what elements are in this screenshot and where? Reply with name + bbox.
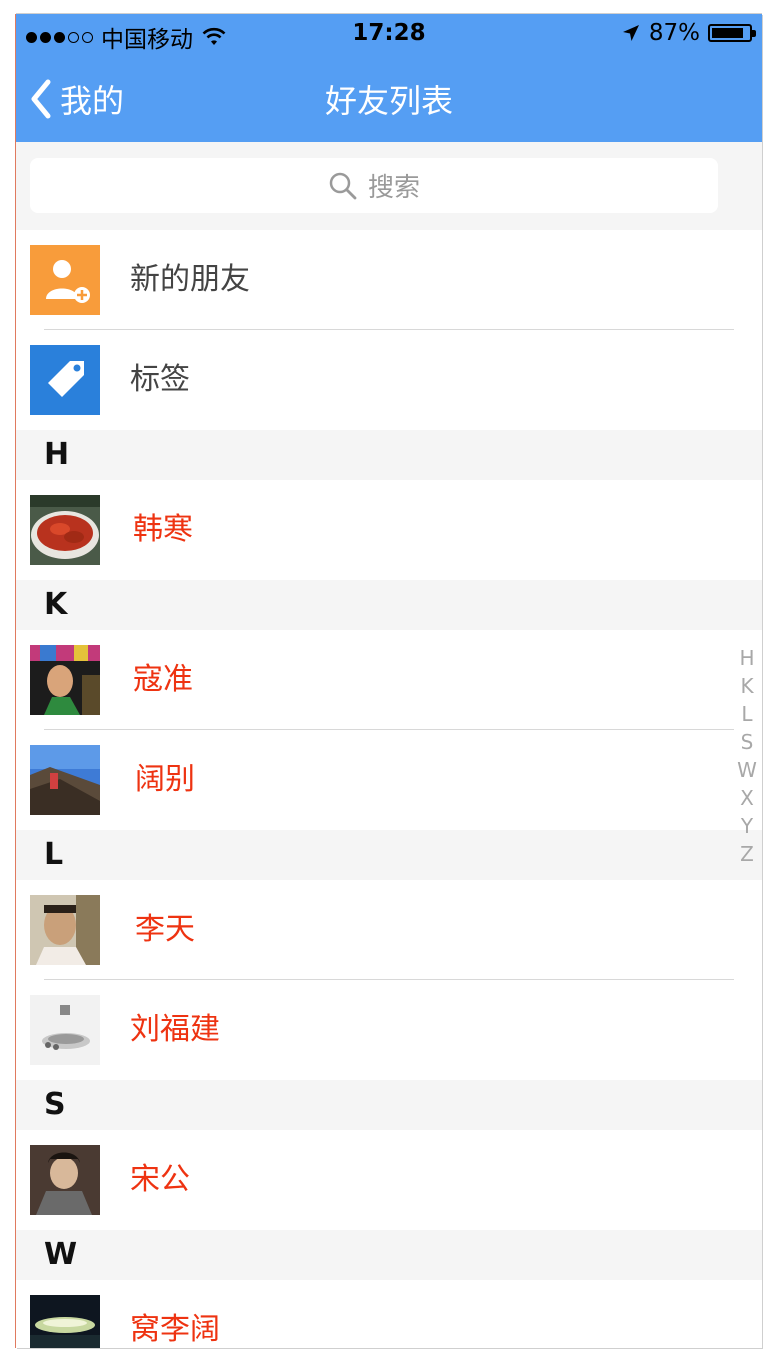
search-bar: 搜索 xyxy=(16,142,762,230)
avatar xyxy=(30,1145,100,1215)
add-friend-icon xyxy=(30,245,100,315)
index-letter-x[interactable]: X xyxy=(740,784,754,812)
alphabet-index[interactable]: H K L S W X Y Z xyxy=(736,644,758,868)
index-letter-k[interactable]: K xyxy=(740,672,753,700)
page-title: 好友列表 xyxy=(324,82,453,120)
contact-name: 寇准 xyxy=(133,662,193,697)
avatar xyxy=(30,645,100,715)
contact-name: 窝李阔 xyxy=(130,1312,220,1347)
section-letter: S xyxy=(44,1087,66,1122)
section-letter: H xyxy=(44,437,70,472)
navigation-bar: 我的 好友列表 xyxy=(16,54,762,142)
new-friends-label: 新的朋友 xyxy=(130,262,250,297)
tags-item[interactable]: 标签 xyxy=(16,330,762,430)
section-letter: K xyxy=(44,587,68,622)
status-bar: 中国移动 17:28 87% xyxy=(16,14,762,54)
section-header-k: K xyxy=(16,580,762,630)
location-arrow-icon xyxy=(622,25,639,41)
top-bar: 中国移动 17:28 87% 我的 好友列表 xyxy=(16,14,762,142)
contact-row[interactable]: 窝李阔 xyxy=(16,1280,762,1348)
contact-name: 李天 xyxy=(135,912,195,947)
battery-percent: 87% xyxy=(648,20,700,46)
avatar xyxy=(30,895,100,965)
battery-icon xyxy=(708,24,756,42)
section-letter: W xyxy=(44,1237,78,1272)
contact-name: 宋公 xyxy=(130,1162,190,1197)
contact-name: 韩寒 xyxy=(133,512,193,547)
phone-screen: 中国移动 17:28 87% 我的 好友列表 搜索 新的朋友 标签 H 韩寒 K… xyxy=(16,14,762,1348)
contact-row[interactable]: 宋公 xyxy=(16,1130,762,1230)
contact-name: 刘福建 xyxy=(130,1012,220,1047)
section-letter: L xyxy=(44,837,64,872)
index-letter-s[interactable]: S xyxy=(741,728,754,756)
index-letter-y[interactable]: Y xyxy=(741,812,753,840)
avatar xyxy=(30,995,100,1065)
avatar xyxy=(30,745,100,815)
contact-row[interactable]: 韩寒 xyxy=(16,480,762,580)
contact-row[interactable]: 阔别 xyxy=(16,730,762,830)
search-icon xyxy=(329,172,357,199)
section-header-w: W xyxy=(16,1230,762,1280)
search-input[interactable]: 搜索 xyxy=(30,158,718,213)
avatar xyxy=(30,1295,100,1348)
index-letter-h[interactable]: H xyxy=(739,644,754,672)
contact-row[interactable]: 寇准 xyxy=(16,630,762,730)
contact-row[interactable]: 李天 xyxy=(16,880,762,980)
section-header-l: L xyxy=(16,830,762,880)
index-letter-w[interactable]: W xyxy=(737,756,757,784)
contact-name: 阔别 xyxy=(135,762,195,797)
search-placeholder: 搜索 xyxy=(367,173,420,203)
index-letter-z[interactable]: Z xyxy=(740,840,754,868)
new-friends-item[interactable]: 新的朋友 xyxy=(16,230,762,330)
avatar xyxy=(30,495,100,565)
section-header-s: S xyxy=(16,1080,762,1130)
section-header-h: H xyxy=(16,430,762,480)
tags-label: 标签 xyxy=(130,362,190,397)
contact-row[interactable]: 刘福建 xyxy=(16,980,762,1080)
tag-icon xyxy=(30,345,100,415)
index-letter-l[interactable]: L xyxy=(741,700,752,728)
